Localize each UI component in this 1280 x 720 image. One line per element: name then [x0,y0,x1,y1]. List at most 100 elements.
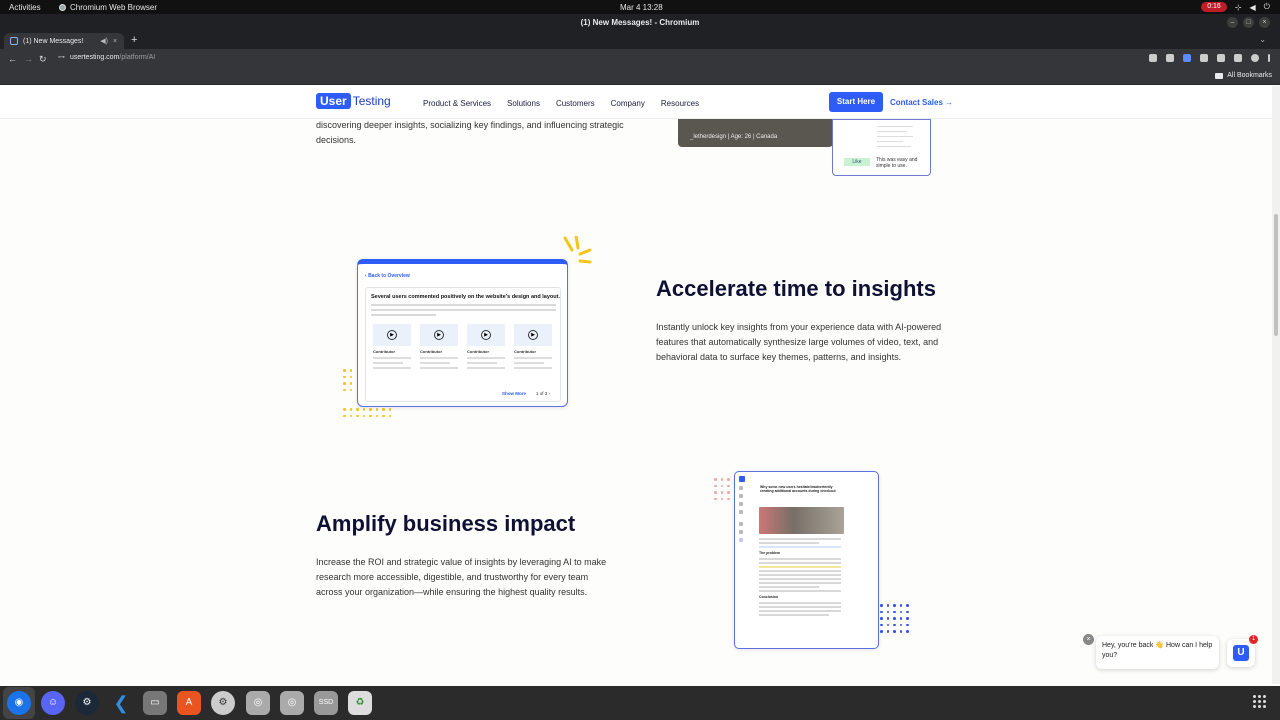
media-icon[interactable] [1217,54,1225,62]
all-bookmarks-button[interactable]: All Bookmarks [1215,72,1272,79]
chat-logo-icon: U [1233,645,1249,661]
clock[interactable]: Mar 4 13:28 [620,3,663,12]
contributor-label: Contributor [514,349,536,354]
extension-icon[interactable] [1183,54,1191,62]
share-icon[interactable] [1149,54,1157,62]
menu-icon[interactable] [1268,54,1270,62]
bookmark-star-icon[interactable] [1166,54,1174,62]
settings-dock-icon[interactable]: ⚙ [211,691,235,715]
placeholder-line [877,136,913,137]
software-center-dock-icon[interactable]: A [177,691,201,715]
placeholder-line [759,562,841,564]
minimize-button[interactable]: – [1227,17,1238,28]
close-window-button[interactable]: × [1259,17,1270,28]
placeholder-line [467,362,497,364]
report-title: Why some new users hesitate/inadvertentl… [760,485,836,493]
placeholder-line [373,362,403,364]
menu-item-customers[interactable]: Customers [556,99,595,108]
volume-icon: ◀ [1249,2,1256,12]
placeholder-line [420,367,458,369]
new-tab-button[interactable]: + [131,34,137,46]
page-scrollbar[interactable] [1272,86,1280,684]
browser-tab[interactable]: (1) New Messages! ◀) × [4,33,124,49]
tab-search-icon[interactable]: ⌄ [1259,35,1266,44]
menu-item-company[interactable]: Company [611,99,645,108]
section-body-amplify: Increase the ROI and strategic value of … [316,557,607,597]
chat-launcher-button[interactable]: U 1 [1227,635,1258,667]
placeholder-line [877,126,913,127]
ssd-dock-icon[interactable]: SSD [314,691,338,715]
trash-dock-icon[interactable]: ♻ [348,691,372,715]
placeholder-line [373,357,411,359]
logo-text: Testing [352,94,391,108]
url-host: usertesting.com [70,53,120,61]
disk-dock-icon[interactable]: ◎ [280,691,304,715]
placeholder-line [420,362,450,364]
chromium-dock-icon[interactable]: ◉ [7,691,31,715]
menu-item-resources[interactable]: Resources [661,99,699,108]
pager-label: 1 of 3 › [536,391,551,396]
start-here-button[interactable]: Start Here [829,92,883,112]
previous-section-text: discovering deeper insights, socializing… [316,120,624,145]
show-more-link: Show More [502,391,527,396]
placeholder-line [759,606,841,608]
placeholder-line [759,582,841,584]
side-panel-icon[interactable] [1234,54,1242,62]
system-tray[interactable]: 0:16 ⊹ ◀ ⏻ [1201,2,1270,12]
placeholder-line [759,610,841,612]
usertesting-logo[interactable]: User Testing [316,93,391,109]
placeholder-line [759,590,841,592]
chat-dismiss-button[interactable]: × [1083,634,1094,645]
contributor-video-card: ▶ Contributor [373,324,411,378]
folder-icon [1215,72,1224,79]
section-body-accelerate: Instantly unlock key insights from your … [656,322,942,362]
back-icon[interactable]: ← [8,54,17,64]
placeholder-line [877,141,903,142]
tab-close-icon[interactable]: × [113,38,117,45]
activities-button[interactable]: Activities [9,3,41,12]
extensions-puzzle-icon[interactable] [1200,54,1208,62]
chat-greeting-bubble[interactable]: Hey, you're back 👋 How can I help you? [1096,636,1219,669]
placeholder-line [759,574,841,576]
show-apps-icon[interactable] [1253,695,1266,708]
tab-strip: (1) New Messages! ◀) × + ⌄ [0,32,1280,49]
section-title-amplify: Amplify business impact [316,511,576,536]
chat-unread-badge: 1 [1249,635,1258,644]
placeholder-line [759,538,841,540]
report-video-thumbnail [759,507,844,534]
discord-dock-icon[interactable]: ☺ [41,691,65,715]
web-page: discovering deeper insights, socializing… [0,86,1272,684]
scrollbar-thumb[interactable] [1274,214,1278,336]
forward-icon[interactable]: → [24,54,33,64]
main-menu: Product & Services Solutions Customers C… [423,99,699,108]
profile-icon[interactable] [1251,54,1259,62]
vscode-dock-icon[interactable]: ❮ [109,691,133,715]
logo-box: User [316,93,351,109]
url-path: /platform/AI [119,53,156,61]
placeholder-line [759,558,841,560]
maximize-button[interactable]: □ [1243,17,1254,28]
app-menu[interactable]: Chromium Web Browser [59,3,157,12]
menu-item-solutions[interactable]: Solutions [507,99,540,108]
summary-card: Several users commented positively on th… [365,287,561,402]
reload-icon[interactable]: ↻ [39,54,47,65]
disk-dock-icon[interactable]: ◎ [246,691,270,715]
placeholder-line [759,602,841,604]
placeholder-line [371,304,556,306]
window-titlebar: (1) New Messages! - Chromium – □ × [0,14,1280,32]
steam-dock-icon[interactable]: ⚙ [75,691,99,715]
contact-sales-link[interactable]: Contact Sales → [890,98,953,107]
placeholder-line [373,367,411,369]
back-to-overview-link: ‹ Back to Overview [365,273,410,279]
play-icon: ▶ [387,330,397,340]
dot-pattern-blue [880,604,909,633]
files-dock-icon[interactable]: ▭ [143,691,167,715]
placeholder-line [371,309,556,311]
tab-audio-icon[interactable]: ◀) [100,37,108,45]
taskbar-dock: ◉ ☺ ⚙ ❮ ▭ A ⚙ ◎ ◎ SSD ♻ [0,686,1280,720]
address-bar[interactable]: ⊶ usertesting.com/platform/AI [58,53,156,62]
screen-record-indicator[interactable]: 0:16 [1201,2,1227,12]
site-info-icon[interactable]: ⊶ [58,53,65,61]
menu-item-product-services[interactable]: Product & Services [423,99,491,108]
placeholder-line [514,362,544,364]
